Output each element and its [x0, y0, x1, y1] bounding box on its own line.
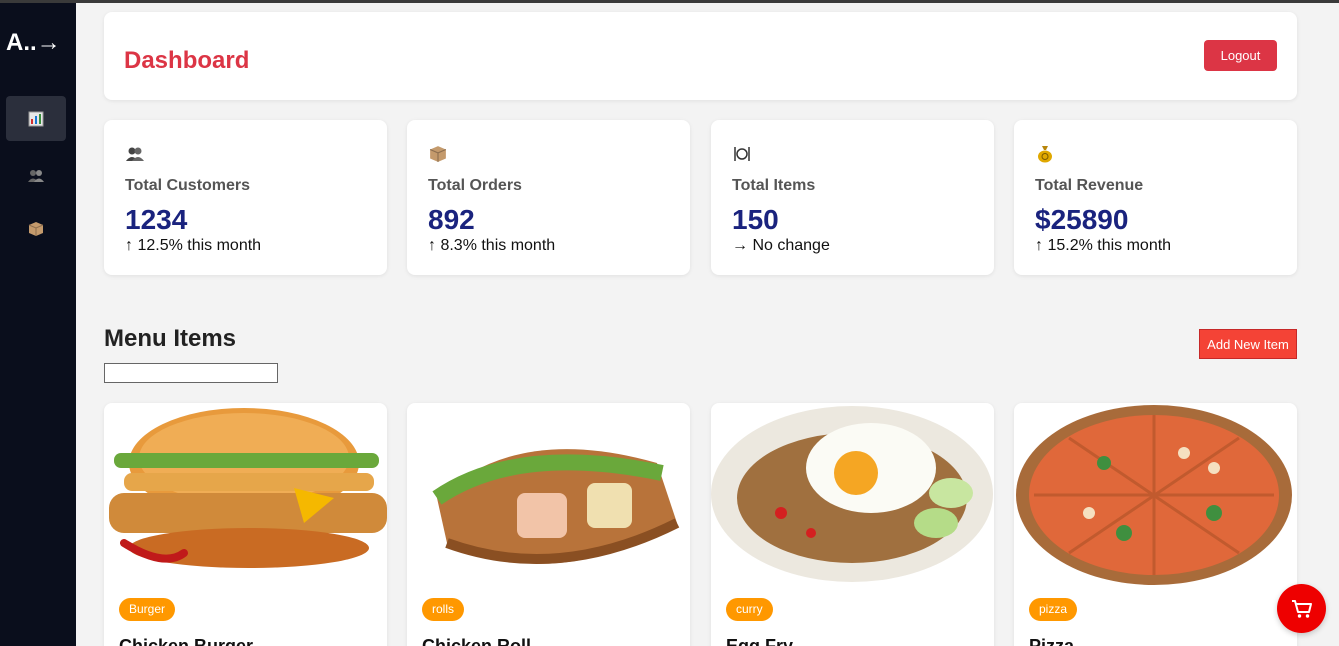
stat-card-items: Total Items 150 → No change [711, 120, 994, 275]
stat-card-orders: Total Orders 892 ↑ 8.3% this month [407, 120, 690, 275]
item-name: Chicken Burger [119, 636, 254, 646]
item-name: Chicken Roll [422, 636, 532, 646]
cart-button[interactable] [1277, 584, 1326, 633]
stat-change: ↑ 15.2% this month [1035, 237, 1172, 254]
item-name: Egg Fry [726, 636, 794, 646]
stat-card-customers: Total Customers 1234 ↑ 12.5% this month [104, 120, 387, 275]
item-name: Pizza [1029, 636, 1075, 646]
egg-fry-image [711, 406, 993, 582]
roll-image [432, 449, 680, 564]
stat-label: Total Items [732, 177, 816, 194]
utensils-icon [732, 144, 752, 164]
brand-logo[interactable]: A..→ [6, 29, 61, 57]
burger-image [109, 408, 387, 568]
stat-value: $25890 [1035, 204, 1129, 235]
search-input[interactable] [104, 363, 278, 383]
sidebar: A..→ [0, 3, 76, 646]
pizza-image [1016, 405, 1292, 585]
chart-icon [28, 111, 44, 126]
category-badge: Burger [119, 598, 176, 621]
users-icon [125, 144, 145, 164]
box-icon [428, 144, 448, 164]
window-top-border [0, 0, 1339, 3]
box-icon [28, 221, 44, 236]
menu-section-title: Menu Items [104, 325, 237, 352]
users-icon [28, 169, 44, 182]
sidebar-item-customers[interactable] [6, 153, 66, 198]
category-badge: pizza [1029, 598, 1078, 621]
menu-card-egg-fry[interactable]: curry Egg Fry [711, 403, 994, 646]
menu-card-chicken-roll[interactable]: rolls Chicken Roll [407, 403, 690, 646]
menu-card-pizza[interactable]: pizza Pizza [1014, 403, 1297, 646]
stat-card-revenue: Total Revenue $25890 ↑ 15.2% this month [1014, 120, 1297, 275]
category-badge: rolls [422, 598, 465, 621]
stat-value: 892 [428, 204, 475, 235]
stat-label: Total Revenue [1035, 177, 1144, 194]
add-new-item-button[interactable]: Add New Item [1199, 329, 1297, 359]
sidebar-item-orders[interactable] [6, 206, 66, 251]
cart-icon [1291, 599, 1312, 618]
category-badge: curry [726, 598, 773, 621]
stat-label: Total Customers [125, 177, 251, 194]
sidebar-item-dashboard[interactable] [6, 96, 66, 141]
stat-change: ↑ 8.3% this month [428, 237, 556, 254]
stat-change: → No change [732, 237, 830, 254]
dashboard-header: Dashboard Logout [104, 12, 1297, 100]
logout-button[interactable]: Logout [1204, 40, 1277, 71]
stat-value: 150 [732, 204, 779, 235]
money-bag-icon [1035, 144, 1055, 164]
stat-label: Total Orders [428, 177, 522, 194]
menu-card-chicken-burger[interactable]: Burger Chicken Burger [104, 403, 387, 646]
stat-value: 1234 [125, 204, 188, 235]
page-title: Dashboard [124, 47, 250, 74]
stat-change: ↑ 12.5% this month [125, 237, 262, 254]
